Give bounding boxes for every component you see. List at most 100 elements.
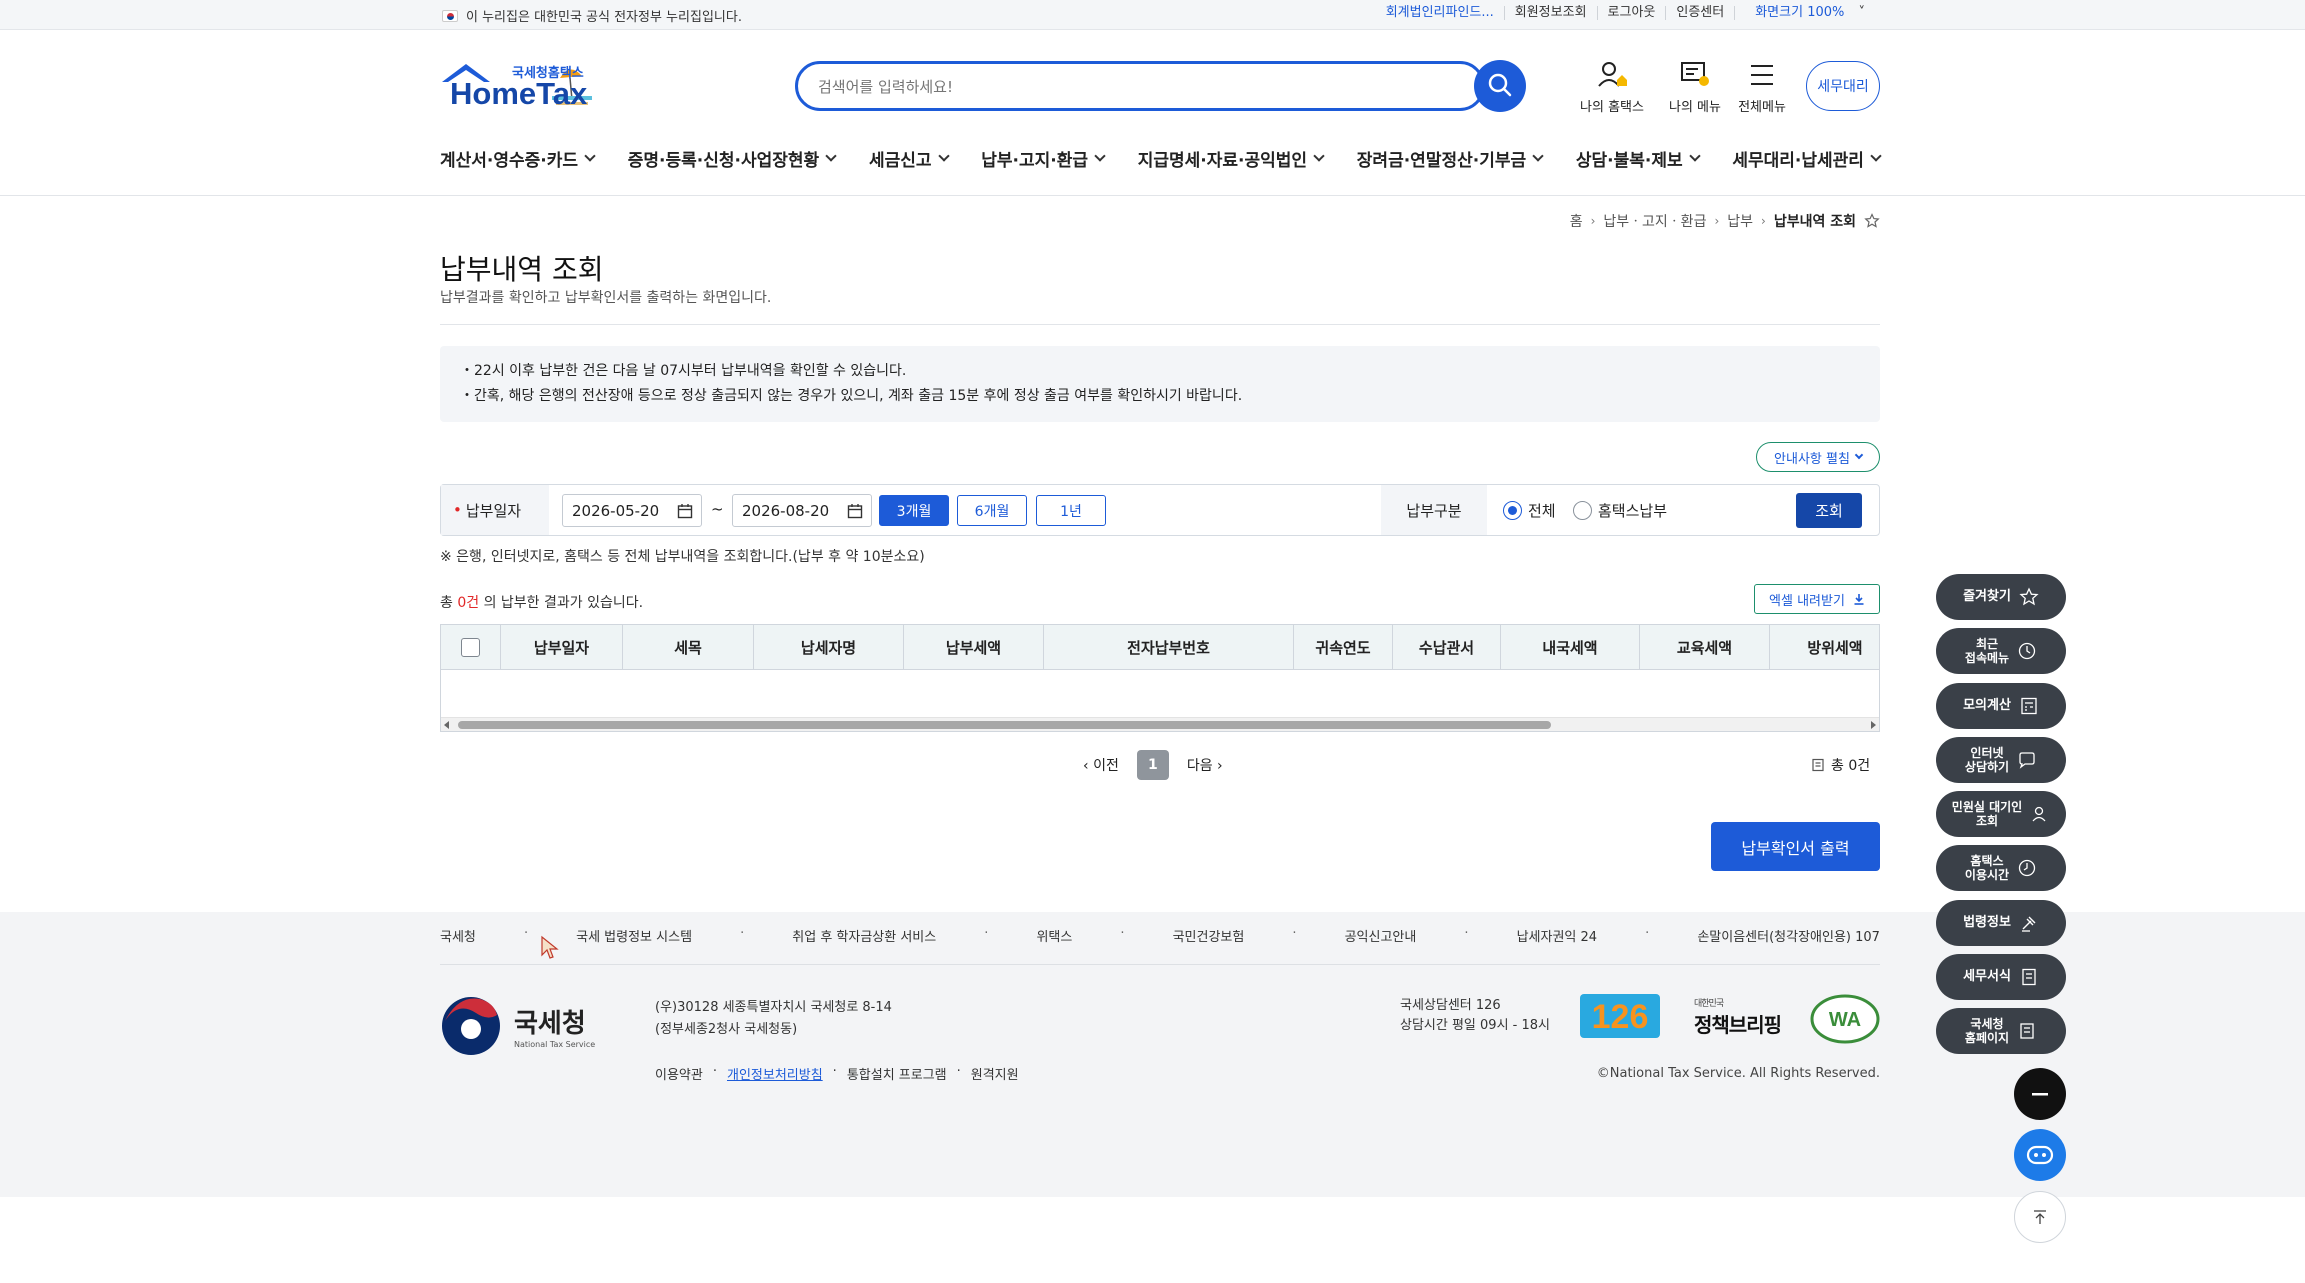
nts-emblem-icon bbox=[442, 997, 500, 1055]
footer-link[interactable]: 위택스 bbox=[1036, 926, 1072, 945]
date-separator: ~ bbox=[711, 500, 724, 518]
cert-center-link[interactable]: 인증센터 bbox=[1665, 6, 1734, 20]
notice-box: ・22시 이후 납부한 건은 다음 날 07시부터 납부내역을 확인할 수 있습… bbox=[440, 346, 1880, 422]
page-number-current[interactable]: 1 bbox=[1136, 750, 1169, 780]
my-hometax-button[interactable]: 나의 홈택스 bbox=[1572, 58, 1652, 115]
install-link[interactable]: 통합설치 프로그램 bbox=[847, 1064, 947, 1083]
footer-link[interactable]: 공익신고안내 bbox=[1345, 926, 1417, 945]
search-icon bbox=[1488, 73, 1512, 96]
tax-agent-button[interactable]: 세무대리 bbox=[1806, 61, 1880, 111]
prev-page-button[interactable]: ‹ 이전 bbox=[1083, 755, 1119, 775]
chevron-down-icon bbox=[1532, 149, 1544, 162]
nav-item-certificate[interactable]: 증명·등록·신청·사업장현황 bbox=[628, 143, 837, 173]
hometax-logo[interactable]: 국세청홈택스 HomeTax bbox=[440, 60, 655, 116]
period-6m-button[interactable]: 6개월 bbox=[957, 495, 1027, 526]
col-header[interactable]: 수납관서 bbox=[1393, 625, 1501, 670]
quick-waiting[interactable]: 민원실 대기인 조회 bbox=[1936, 791, 2066, 837]
col-header[interactable]: 납세자명 bbox=[754, 625, 904, 670]
date-label: • 납부일자 bbox=[441, 485, 549, 535]
breadcrumb-pay[interactable]: 납부 bbox=[1727, 211, 1753, 231]
select-all-cell bbox=[441, 625, 501, 670]
zoom-select[interactable]: 화면크기 100% ˅ bbox=[1734, 6, 1875, 20]
next-page-button[interactable]: 다음 › bbox=[1187, 755, 1223, 775]
search-button[interactable] bbox=[1474, 60, 1526, 112]
select-all-checkbox[interactable] bbox=[461, 638, 480, 657]
bookmark-star-icon[interactable] bbox=[1864, 213, 1880, 229]
nav-item-invoice[interactable]: 계산서·영수증·카드 bbox=[440, 143, 596, 173]
quick-recent[interactable]: 최근 접속메뉴 bbox=[1936, 628, 2066, 674]
scrollbar-thumb[interactable] bbox=[458, 721, 1551, 729]
quick-online-consult[interactable]: 인터넷 상담하기 bbox=[1936, 737, 2066, 783]
col-header[interactable]: 방위세액 bbox=[1770, 625, 1879, 670]
col-header[interactable]: 내국세액 bbox=[1501, 625, 1640, 670]
radio-all[interactable]: 전체 bbox=[1503, 500, 1556, 521]
gov-notice-bar: 이 누리집은 대한민국 공식 전자정부 누리집입니다. 회계법인리파인드... … bbox=[0, 0, 2305, 30]
query-button[interactable]: 조회 bbox=[1796, 493, 1862, 528]
radio-dot[interactable] bbox=[1573, 501, 1592, 520]
footer-link[interactable]: 손말이음센터(청각장애인용) 107 bbox=[1697, 926, 1880, 945]
nav-item-agent[interactable]: 세무대리·납세관리 bbox=[1732, 143, 1882, 173]
scroll-right-icon[interactable] bbox=[1871, 721, 1876, 729]
col-header[interactable]: 납부일자 bbox=[501, 625, 623, 670]
all-menu-button[interactable]: 전체메뉴 bbox=[1722, 58, 1802, 115]
col-header[interactable]: 귀속연도 bbox=[1294, 625, 1393, 670]
quick-hours[interactable]: 홈택스 이용시간 bbox=[1936, 845, 2066, 891]
web-accessibility-mark-icon: WA bbox=[1810, 994, 1880, 1044]
terms-link[interactable]: 이용약관 bbox=[655, 1064, 703, 1083]
col-header[interactable]: 교육세액 bbox=[1640, 625, 1770, 670]
quick-mock-calc[interactable]: 모의계산 bbox=[1936, 683, 2066, 729]
radio-hometax[interactable]: 홈택스납부 bbox=[1573, 500, 1667, 521]
logout-link[interactable]: 로그아웃 bbox=[1596, 6, 1666, 20]
col-header[interactable]: 납부세액 bbox=[904, 625, 1044, 670]
search-box bbox=[795, 61, 1485, 111]
chatbot-button[interactable] bbox=[2014, 1129, 2066, 1181]
search-input[interactable] bbox=[818, 76, 1378, 98]
print-confirmation-button[interactable]: 납부확인서 출력 bbox=[1711, 822, 1880, 871]
calendar-icon[interactable] bbox=[677, 503, 693, 519]
scroll-left-icon[interactable] bbox=[444, 721, 449, 729]
quick-favorites[interactable]: 즐겨찾기 bbox=[1936, 574, 2066, 620]
nav-item-statements[interactable]: 지급명세·자료·공익법인 bbox=[1138, 143, 1325, 173]
date-from-input[interactable]: 2026-05-20 bbox=[562, 494, 702, 527]
arrow-up-icon bbox=[2034, 1210, 2046, 1224]
user-name-link[interactable]: 회계법인리파인드... bbox=[1376, 6, 1504, 20]
breadcrumb-home[interactable]: 홈 bbox=[1570, 211, 1583, 231]
quick-tax-forms[interactable]: 세무서식 bbox=[1936, 954, 2066, 1000]
nav-item-tax-return[interactable]: 세금신고 bbox=[869, 143, 950, 173]
date-to-input[interactable]: 2026-08-20 bbox=[732, 494, 872, 527]
search-form: • 납부일자 2026-05-20 ~ 2026-08-20 3개월 6개월 1년… bbox=[440, 484, 1880, 536]
period-1y-button[interactable]: 1년 bbox=[1036, 495, 1106, 526]
member-info-link[interactable]: 회원정보조회 bbox=[1503, 6, 1597, 20]
scroll-top-button[interactable] bbox=[2014, 1191, 2066, 1243]
breadcrumb-payment[interactable]: 납부ㆍ고지ㆍ환급 bbox=[1603, 211, 1706, 231]
nav-item-consult[interactable]: 상담·불복·제보 bbox=[1576, 143, 1701, 173]
footer-link[interactable]: 국민건강보험 bbox=[1173, 926, 1245, 945]
document-icon bbox=[1812, 758, 1824, 772]
nts-logo: 국세청 National Tax Service bbox=[440, 995, 595, 1057]
excel-download-button[interactable]: 엑셀 내려받기 bbox=[1754, 584, 1880, 614]
radio-dot-checked[interactable] bbox=[1503, 501, 1522, 520]
quick-law-info[interactable]: 법령정보 bbox=[1936, 900, 2066, 946]
col-header[interactable]: 세목 bbox=[623, 625, 754, 670]
chevron-down-icon bbox=[1688, 149, 1701, 162]
footer-link[interactable]: 국세청 bbox=[440, 926, 476, 945]
col-header[interactable]: 전자납부번호 bbox=[1044, 625, 1294, 670]
calendar-icon[interactable] bbox=[847, 503, 863, 519]
footer-link[interactable]: 국세 법령정보 시스템 bbox=[576, 926, 692, 945]
policy-briefing-logo[interactable]: 대한민국 정책브리핑 bbox=[1694, 996, 1782, 1038]
footer-link[interactable]: 납세자권익 24 bbox=[1517, 926, 1597, 945]
footer-link[interactable]: 취업 후 학자금상환 서비스 bbox=[792, 926, 936, 945]
logo-126-icon[interactable]: 126 bbox=[1580, 994, 1660, 1038]
guide-expand-button[interactable]: 안내사항 펼침 bbox=[1756, 442, 1880, 472]
period-3m-button[interactable]: 3개월 bbox=[879, 495, 949, 526]
remote-support-link[interactable]: 원격지원 bbox=[971, 1064, 1019, 1083]
nav-item-incentive[interactable]: 장려금·연말정산·기부금 bbox=[1357, 143, 1544, 173]
top-links: 회계법인리파인드... 회원정보조회 로그아웃 인증센터 화면크기 100% ˅ bbox=[1376, 6, 1875, 20]
collapse-quick-menu-button[interactable] bbox=[2014, 1068, 2066, 1120]
quick-nts-homepage[interactable]: 국세청 홈페이지 bbox=[1936, 1008, 2066, 1054]
nav-item-payment[interactable]: 납부·고지·환급 bbox=[981, 143, 1106, 173]
logo-126-text: 126 bbox=[1592, 998, 1649, 1036]
time-icon bbox=[2018, 859, 2036, 877]
privacy-link[interactable]: 개인정보처리방침 bbox=[727, 1064, 823, 1083]
horizontal-scrollbar[interactable] bbox=[441, 717, 1879, 731]
